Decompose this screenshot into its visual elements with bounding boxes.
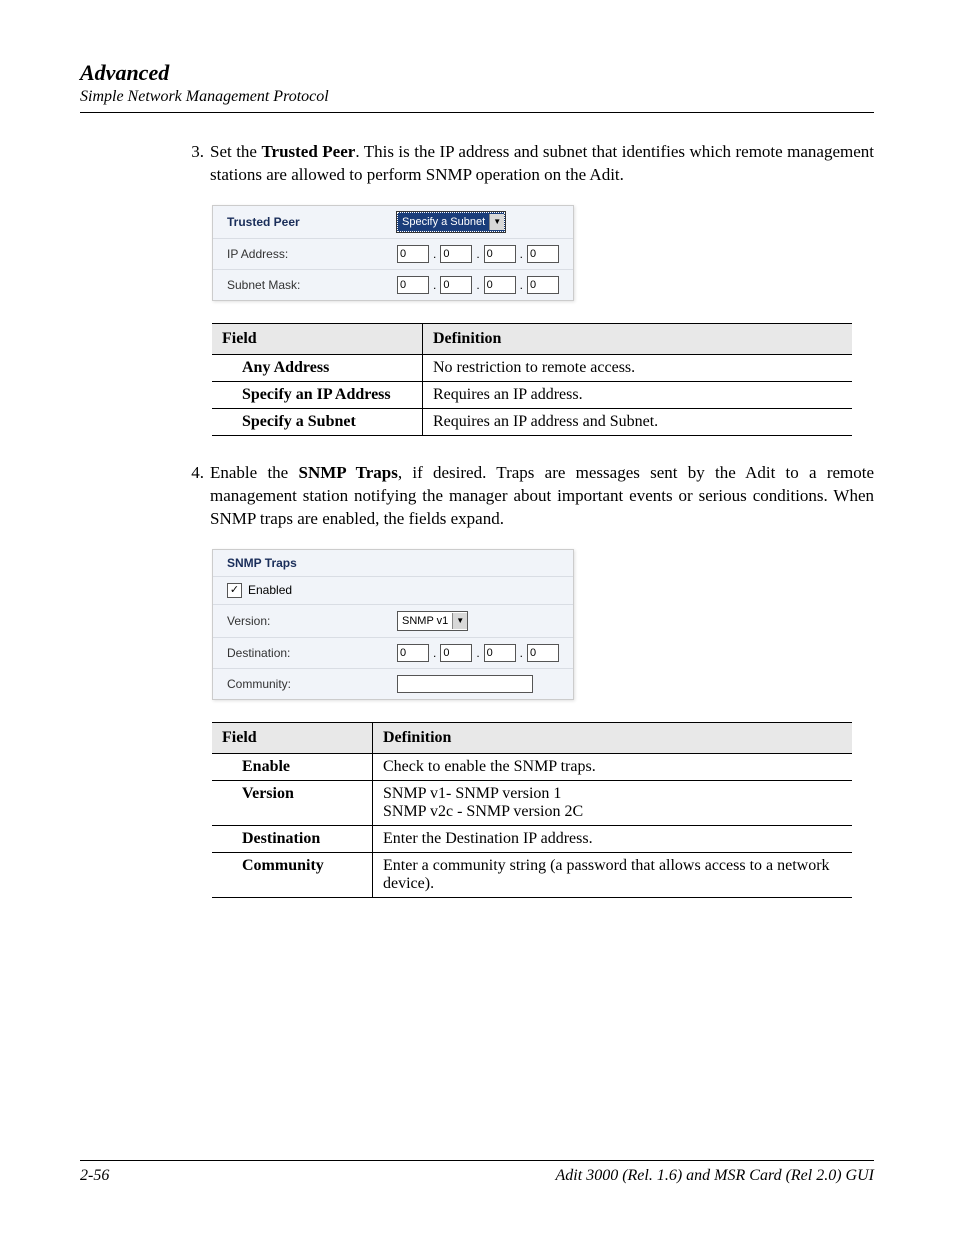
footer-rule [80,1160,874,1161]
destination-label: Destination: [227,646,397,660]
doc-title: Adit 3000 (Rel. 1.6) and MSR Card (Rel 2… [556,1167,874,1185]
table-row: Specify a SubnetRequires an IP address a… [212,408,852,435]
trusted-peer-dropdown[interactable]: Specify a Subnet ▼ [397,212,505,232]
enabled-checkbox[interactable]: ✓ [227,583,242,598]
snmp-traps-definition-table: Field Definition EnableCheck to enable t… [212,722,852,898]
field-cell: Destination [212,825,373,852]
step-3: 3. Set the Trusted Peer. This is the IP … [180,141,874,187]
ip-dot: . [433,247,436,261]
subnet-mask-label: Subnet Mask: [227,278,397,292]
table-row: VersionSNMP v1- SNMP version 1 SNMP v2c … [212,780,852,825]
subnet-octet-3[interactable] [484,276,516,294]
dest-octet-2[interactable] [440,644,472,662]
definition-cell: Enter the Destination IP address. [373,825,853,852]
ip-octet-3[interactable] [484,245,516,263]
definition-cell: Requires an IP address. [423,381,853,408]
field-cell: Specify an IP Address [212,381,423,408]
destination-input-group: . . . [397,644,559,662]
ip-dot: . [520,278,523,292]
chevron-down-icon: ▼ [489,214,504,230]
field-cell: Version [212,780,373,825]
ip-dot: . [476,278,479,292]
enabled-label: Enabled [248,583,292,597]
field-cell: Specify a Subnet [212,408,423,435]
page-header-title: Advanced [80,60,874,86]
ip-dot: . [520,646,523,660]
step-bold-term: SNMP Traps [298,463,397,482]
table-row: Any AddressNo restriction to remote acce… [212,354,852,381]
ip-dot: . [433,278,436,292]
chevron-down-icon: ▼ [452,613,467,629]
definition-cell: Requires an IP address and Subnet. [423,408,853,435]
page-number: 2-56 [80,1167,109,1185]
ip-address-input-group: . . . [397,245,559,263]
community-input[interactable] [397,675,533,693]
definition-cell: Enter a community string (a password tha… [373,852,853,897]
snmp-traps-title: SNMP Traps [227,556,397,570]
ip-dot: . [520,247,523,261]
subnet-octet-2[interactable] [440,276,472,294]
table-row: CommunityEnter a community string (a pas… [212,852,852,897]
version-label: Version: [227,614,397,628]
community-label: Community: [227,677,397,691]
ip-dot: . [476,247,479,261]
page-footer: 2-56 Adit 3000 (Rel. 1.6) and MSR Card (… [80,1160,874,1185]
table-header-definition: Definition [423,323,853,354]
ip-dot: . [433,646,436,660]
step-body: Set the Trusted Peer. This is the IP add… [210,141,874,187]
definition-cell: No restriction to remote access. [423,354,853,381]
field-cell: Any Address [212,354,423,381]
page-header-subtitle: Simple Network Management Protocol [80,88,874,106]
snmp-traps-panel: SNMP Traps ✓ Enabled Version: SNMP v1 ▼ [212,549,574,700]
dropdown-value: SNMP v1 [402,615,448,627]
ip-address-label: IP Address: [227,247,397,261]
ip-octet-2[interactable] [440,245,472,263]
field-cell: Enable [212,753,373,780]
field-cell: Community [212,852,373,897]
dropdown-value: Specify a Subnet [402,216,485,228]
table-row: EnableCheck to enable the SNMP traps. [212,753,852,780]
definition-cell: SNMP v1- SNMP version 1 SNMP v2c - SNMP … [373,780,853,825]
ip-octet-1[interactable] [397,245,429,263]
subnet-octet-4[interactable] [527,276,559,294]
trusted-peer-label: Trusted Peer [227,215,397,229]
header-rule [80,112,874,113]
step-4: 4. Enable the SNMP Traps, if desired. Tr… [180,462,874,531]
table-header-definition: Definition [373,722,853,753]
table-header-field: Field [212,323,423,354]
step-text: Set the [210,142,261,161]
step-number: 3. [180,141,204,187]
step-bold-term: Trusted Peer [261,142,355,161]
version-dropdown[interactable]: SNMP v1 ▼ [397,611,468,631]
subnet-octet-1[interactable] [397,276,429,294]
enabled-checkbox-row: ✓ Enabled [227,583,292,598]
dest-octet-1[interactable] [397,644,429,662]
step-number: 4. [180,462,204,531]
dest-octet-4[interactable] [527,644,559,662]
table-row: Specify an IP AddressRequires an IP addr… [212,381,852,408]
definition-cell: Check to enable the SNMP traps. [373,753,853,780]
trusted-peer-panel: Trusted Peer Specify a Subnet ▼ IP Addre… [212,205,574,301]
trusted-peer-definition-table: Field Definition Any AddressNo restricti… [212,323,852,436]
table-header-field: Field [212,722,373,753]
step-text: Enable the [210,463,298,482]
subnet-mask-input-group: . . . [397,276,559,294]
step-body: Enable the SNMP Traps, if desired. Traps… [210,462,874,531]
table-row: DestinationEnter the Destination IP addr… [212,825,852,852]
ip-dot: . [476,646,479,660]
dest-octet-3[interactable] [484,644,516,662]
ip-octet-4[interactable] [527,245,559,263]
